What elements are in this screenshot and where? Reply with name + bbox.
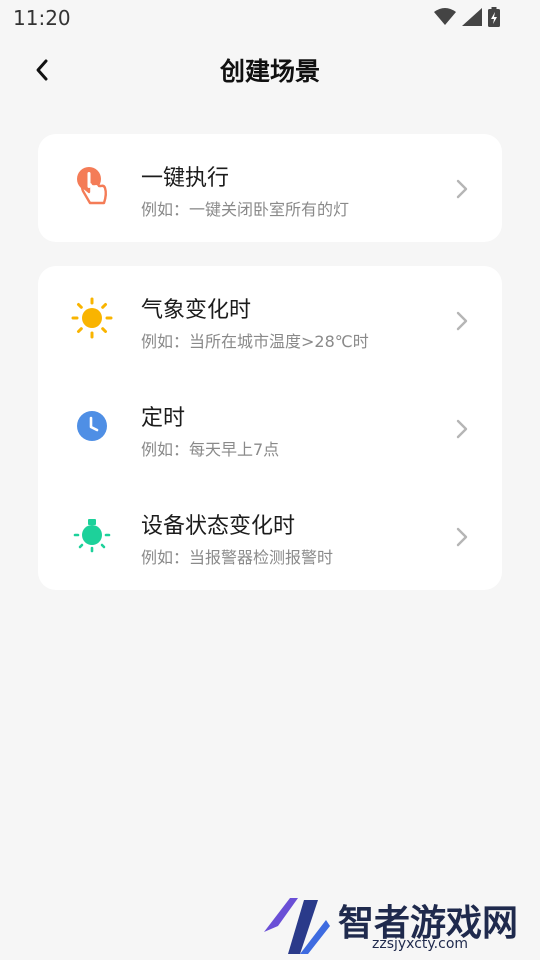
scene-option-title: 气象变化时 — [141, 298, 252, 323]
scene-option-subtitle: 例如：每天早上7点 — [141, 440, 280, 459]
chevron-right-icon — [456, 419, 468, 439]
chevron-right-icon — [456, 527, 468, 547]
wifi-icon — [434, 8, 456, 25]
status-icons — [434, 6, 500, 28]
watermark-domain: zzsjyxcty.com — [372, 936, 469, 952]
chevron-right-icon — [456, 311, 468, 331]
scene-option-title: 定时 — [141, 406, 186, 431]
status-time: 11:20 — [13, 6, 71, 30]
watermark-logo — [264, 898, 330, 954]
device-sensor-icon — [70, 512, 114, 556]
quick-action-card: 一键执行 例如：一键关闭卧室所有的灯 — [38, 134, 502, 242]
scene-option-device-state[interactable]: 设备状态变化时 例如：当报警器检测报警时 — [38, 482, 502, 590]
battery-charging-icon — [488, 7, 500, 27]
scene-option-one-tap[interactable]: 一键执行 例如：一键关闭卧室所有的灯 — [38, 134, 502, 242]
trigger-condition-card: 气象变化时 例如：当所在城市温度>28℃时 定时 例如：每天早上7点 设备状态变… — [38, 266, 502, 590]
scene-option-subtitle: 例如：当报警器检测报警时 — [141, 548, 334, 567]
tap-hand-icon — [70, 164, 114, 208]
chevron-right-icon — [456, 179, 468, 199]
scene-option-subtitle: 例如：一键关闭卧室所有的灯 — [141, 200, 350, 219]
status-bar: 11:20 — [0, 0, 540, 36]
scene-option-timer[interactable]: 定时 例如：每天早上7点 — [38, 374, 502, 482]
page-title: 创建场景 — [219, 57, 320, 86]
clock-icon — [70, 404, 114, 448]
cell-signal-icon — [462, 8, 482, 26]
sun-icon — [70, 296, 114, 340]
scene-option-title: 一键执行 — [141, 166, 230, 191]
watermark: 智者游戏网 zzsjyxcty.com — [260, 890, 540, 960]
scene-option-title: 设备状态变化时 — [141, 514, 296, 539]
scene-option-weather[interactable]: 气象变化时 例如：当所在城市温度>28℃时 — [38, 266, 502, 374]
app-bar: 创建场景 — [0, 36, 540, 106]
scene-option-subtitle: 例如：当所在城市温度>28℃时 — [141, 332, 369, 351]
